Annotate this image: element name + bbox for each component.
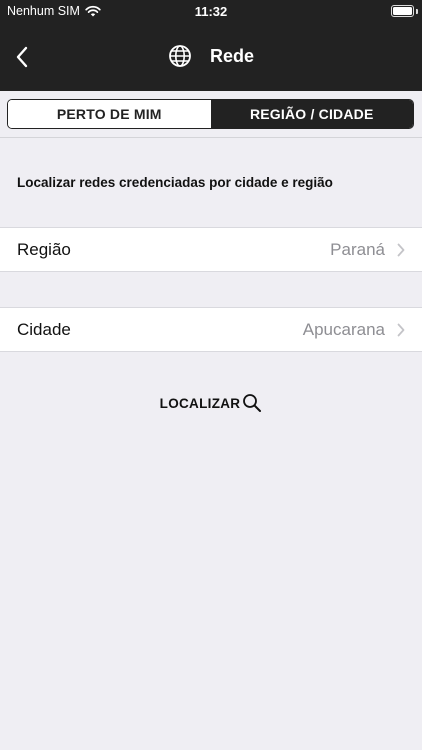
segment-near-me[interactable]: PERTO DE MIM: [8, 100, 211, 128]
city-row[interactable]: Cidade Apucarana: [0, 307, 422, 352]
app-header: Nenhum SIM 11:32 Rede: [0, 0, 422, 91]
chevron-right-icon: [397, 243, 405, 257]
chevron-right-icon: [397, 323, 405, 337]
nav-title-group: Rede: [0, 44, 422, 68]
search-icon: [243, 394, 262, 412]
region-label: Região: [17, 239, 71, 259]
region-value: Paraná: [330, 239, 385, 259]
battery-cap: [416, 9, 418, 14]
localizar-button-wrap: LOCALIZAR: [0, 393, 422, 413]
globe-icon: [169, 45, 191, 67]
segmented-control: PERTO DE MIM REGIÃO / CIDADE: [7, 99, 414, 129]
status-time: 11:32: [194, 4, 228, 19]
segment-region-city[interactable]: REGIÃO / CIDADE: [210, 100, 413, 128]
city-value: Apucarana: [302, 319, 385, 339]
status-bar: Nenhum SIM 11:32: [0, 0, 422, 22]
page-title: Rede: [209, 45, 254, 66]
segment-divider: [0, 137, 422, 138]
localizar-label: LOCALIZAR: [159, 395, 241, 411]
localizar-button[interactable]: LOCALIZAR: [160, 393, 263, 413]
search-description: Localizar redes credenciadas por cidade …: [17, 175, 333, 190]
battery-icon: [391, 5, 414, 17]
region-row[interactable]: Região Paraná: [0, 227, 422, 272]
city-label: Cidade: [17, 319, 71, 339]
